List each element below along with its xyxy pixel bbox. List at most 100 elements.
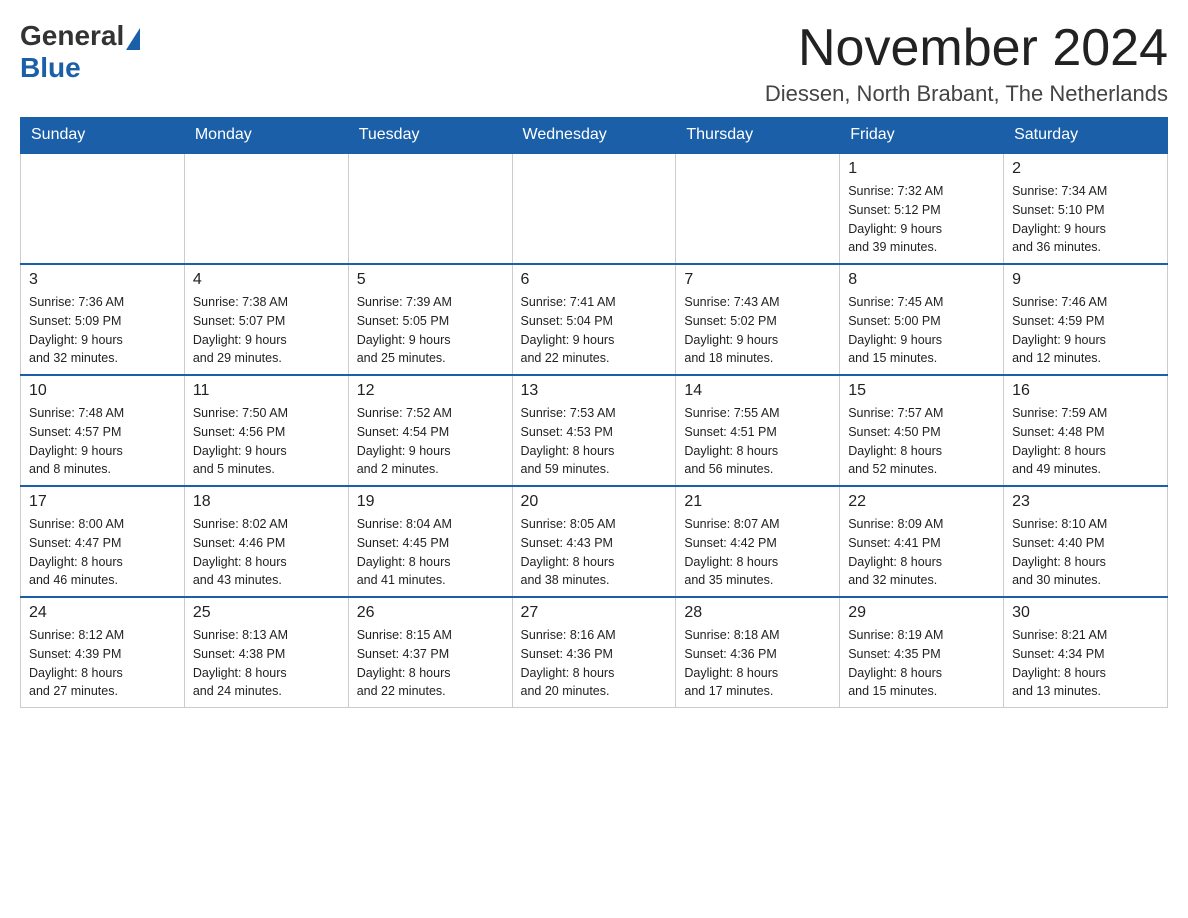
day-number: 20 (521, 493, 668, 511)
day-info: Sunrise: 8:15 AM Sunset: 4:37 PM Dayligh… (357, 626, 504, 701)
weekday-header-thursday: Thursday (676, 118, 840, 154)
calendar-week-2: 3 Sunrise: 7:36 AM Sunset: 5:09 PM Daylig… (21, 264, 1168, 375)
calendar-cell: 30Sunrise: 8:21 AM Sunset: 4:34 PM Dayli… (1004, 597, 1168, 708)
calendar-week-3: 10 Sunrise: 7:48 AM Sunset: 4:57 PM Dayli… (21, 375, 1168, 486)
day-number: 26 (357, 604, 504, 622)
day-info: Sunrise: 8:09 AM Sunset: 4:41 PM Dayligh… (848, 515, 995, 590)
day-number: 16 (1012, 382, 1159, 400)
calendar-cell: 27 Sunrise: 8:16 AM Sunset: 4:36 PM Dayli… (512, 597, 676, 708)
day-info: Sunrise: 8:00 AM Sunset: 4:47 PM Dayligh… (29, 515, 176, 590)
day-info: Sunrise: 7:41 AM Sunset: 5:04 PM Dayligh… (521, 293, 668, 368)
day-number: 9 (1012, 271, 1159, 289)
day-number: 5 (357, 271, 504, 289)
calendar-cell: 3 Sunrise: 7:36 AM Sunset: 5:09 PM Daylig… (21, 264, 185, 375)
calendar-cell: 24 Sunrise: 8:12 AM Sunset: 4:39 PM Dayli… (21, 597, 185, 708)
day-info: Sunrise: 7:52 AM Sunset: 4:54 PM Dayligh… (357, 404, 504, 479)
calendar-cell: 26 Sunrise: 8:15 AM Sunset: 4:37 PM Dayli… (348, 597, 512, 708)
calendar-cell: 29 Sunrise: 8:19 AM Sunset: 4:35 PM Dayli… (840, 597, 1004, 708)
day-number: 29 (848, 604, 995, 622)
day-number: 3 (29, 271, 176, 289)
day-info: Sunrise: 8:13 AM Sunset: 4:38 PM Dayligh… (193, 626, 340, 701)
calendar-cell: 17Sunrise: 8:00 AM Sunset: 4:47 PM Dayli… (21, 486, 185, 597)
day-info: Sunrise: 7:48 AM Sunset: 4:57 PM Dayligh… (29, 404, 176, 479)
logo-general-text: General (20, 20, 124, 52)
calendar-cell: 2Sunrise: 7:34 AM Sunset: 5:10 PM Daylig… (1004, 153, 1168, 264)
location-title: Diessen, North Brabant, The Netherlands (765, 81, 1168, 107)
day-number: 27 (521, 604, 668, 622)
day-number: 28 (684, 604, 831, 622)
day-number: 10 (29, 382, 176, 400)
calendar-week-1: 1 Sunrise: 7:32 AM Sunset: 5:12 PM Daylig… (21, 153, 1168, 264)
day-info: Sunrise: 7:45 AM Sunset: 5:00 PM Dayligh… (848, 293, 995, 368)
day-number: 7 (684, 271, 831, 289)
day-number: 8 (848, 271, 995, 289)
calendar-cell (184, 153, 348, 264)
day-number: 15 (848, 382, 995, 400)
day-number: 13 (521, 382, 668, 400)
day-number: 1 (848, 160, 995, 178)
calendar-cell (676, 153, 840, 264)
calendar-cell: 6 Sunrise: 7:41 AM Sunset: 5:04 PM Daylig… (512, 264, 676, 375)
day-info: Sunrise: 7:34 AM Sunset: 5:10 PM Dayligh… (1012, 182, 1159, 257)
day-info: Sunrise: 7:32 AM Sunset: 5:12 PM Dayligh… (848, 182, 995, 257)
day-info: Sunrise: 7:36 AM Sunset: 5:09 PM Dayligh… (29, 293, 176, 368)
calendar-cell: 19Sunrise: 8:04 AM Sunset: 4:45 PM Dayli… (348, 486, 512, 597)
calendar-cell (348, 153, 512, 264)
calendar-cell: 4 Sunrise: 7:38 AM Sunset: 5:07 PM Daylig… (184, 264, 348, 375)
day-info: Sunrise: 7:57 AM Sunset: 4:50 PM Dayligh… (848, 404, 995, 479)
weekday-header-sunday: Sunday (21, 118, 185, 154)
day-info: Sunrise: 8:05 AM Sunset: 4:43 PM Dayligh… (521, 515, 668, 590)
day-info: Sunrise: 8:18 AM Sunset: 4:36 PM Dayligh… (684, 626, 831, 701)
calendar-cell: 13Sunrise: 7:53 AM Sunset: 4:53 PM Dayli… (512, 375, 676, 486)
day-info: Sunrise: 7:55 AM Sunset: 4:51 PM Dayligh… (684, 404, 831, 479)
day-info: Sunrise: 8:16 AM Sunset: 4:36 PM Dayligh… (521, 626, 668, 701)
calendar-cell (512, 153, 676, 264)
day-info: Sunrise: 8:19 AM Sunset: 4:35 PM Dayligh… (848, 626, 995, 701)
weekday-header-saturday: Saturday (1004, 118, 1168, 154)
day-number: 4 (193, 271, 340, 289)
day-info: Sunrise: 7:38 AM Sunset: 5:07 PM Dayligh… (193, 293, 340, 368)
calendar-cell: 7 Sunrise: 7:43 AM Sunset: 5:02 PM Daylig… (676, 264, 840, 375)
calendar-cell: 18 Sunrise: 8:02 AM Sunset: 4:46 PM Dayli… (184, 486, 348, 597)
title-block: November 2024 Diessen, North Brabant, Th… (765, 20, 1168, 107)
day-number: 21 (684, 493, 831, 511)
calendar-cell: 1 Sunrise: 7:32 AM Sunset: 5:12 PM Daylig… (840, 153, 1004, 264)
weekday-header-monday: Monday (184, 118, 348, 154)
calendar-cell: 10 Sunrise: 7:48 AM Sunset: 4:57 PM Dayli… (21, 375, 185, 486)
calendar-week-4: 17Sunrise: 8:00 AM Sunset: 4:47 PM Dayli… (21, 486, 1168, 597)
calendar-table: SundayMondayTuesdayWednesdayThursdayFrid… (20, 117, 1168, 708)
day-number: 19 (357, 493, 504, 511)
calendar-cell: 15 Sunrise: 7:57 AM Sunset: 4:50 PM Dayli… (840, 375, 1004, 486)
month-title: November 2024 (765, 20, 1168, 77)
page-header: General Blue November 2024 Diessen, Nort… (20, 20, 1168, 107)
day-info: Sunrise: 8:07 AM Sunset: 4:42 PM Dayligh… (684, 515, 831, 590)
calendar-cell (21, 153, 185, 264)
day-info: Sunrise: 7:59 AM Sunset: 4:48 PM Dayligh… (1012, 404, 1159, 479)
day-info: Sunrise: 8:12 AM Sunset: 4:39 PM Dayligh… (29, 626, 176, 701)
day-number: 24 (29, 604, 176, 622)
calendar-cell: 20 Sunrise: 8:05 AM Sunset: 4:43 PM Dayli… (512, 486, 676, 597)
day-number: 22 (848, 493, 995, 511)
calendar-cell: 8 Sunrise: 7:45 AM Sunset: 5:00 PM Daylig… (840, 264, 1004, 375)
day-info: Sunrise: 7:46 AM Sunset: 4:59 PM Dayligh… (1012, 293, 1159, 368)
calendar-cell: 23 Sunrise: 8:10 AM Sunset: 4:40 PM Dayli… (1004, 486, 1168, 597)
logo: General Blue (20, 20, 140, 84)
calendar-cell: 22 Sunrise: 8:09 AM Sunset: 4:41 PM Dayli… (840, 486, 1004, 597)
day-number: 18 (193, 493, 340, 511)
day-info: Sunrise: 8:10 AM Sunset: 4:40 PM Dayligh… (1012, 515, 1159, 590)
calendar-cell: 11Sunrise: 7:50 AM Sunset: 4:56 PM Dayli… (184, 375, 348, 486)
calendar-cell: 28 Sunrise: 8:18 AM Sunset: 4:36 PM Dayli… (676, 597, 840, 708)
calendar-header-row: SundayMondayTuesdayWednesdayThursdayFrid… (21, 118, 1168, 154)
day-number: 11 (193, 382, 340, 400)
day-info: Sunrise: 8:21 AM Sunset: 4:34 PM Dayligh… (1012, 626, 1159, 701)
logo-triangle-icon (126, 28, 140, 50)
day-info: Sunrise: 8:02 AM Sunset: 4:46 PM Dayligh… (193, 515, 340, 590)
day-number: 23 (1012, 493, 1159, 511)
day-number: 6 (521, 271, 668, 289)
calendar-cell: 21 Sunrise: 8:07 AM Sunset: 4:42 PM Dayli… (676, 486, 840, 597)
calendar-cell: 9 Sunrise: 7:46 AM Sunset: 4:59 PM Daylig… (1004, 264, 1168, 375)
calendar-cell: 25Sunrise: 8:13 AM Sunset: 4:38 PM Dayli… (184, 597, 348, 708)
calendar-cell: 12Sunrise: 7:52 AM Sunset: 4:54 PM Dayli… (348, 375, 512, 486)
day-info: Sunrise: 7:43 AM Sunset: 5:02 PM Dayligh… (684, 293, 831, 368)
weekday-header-tuesday: Tuesday (348, 118, 512, 154)
